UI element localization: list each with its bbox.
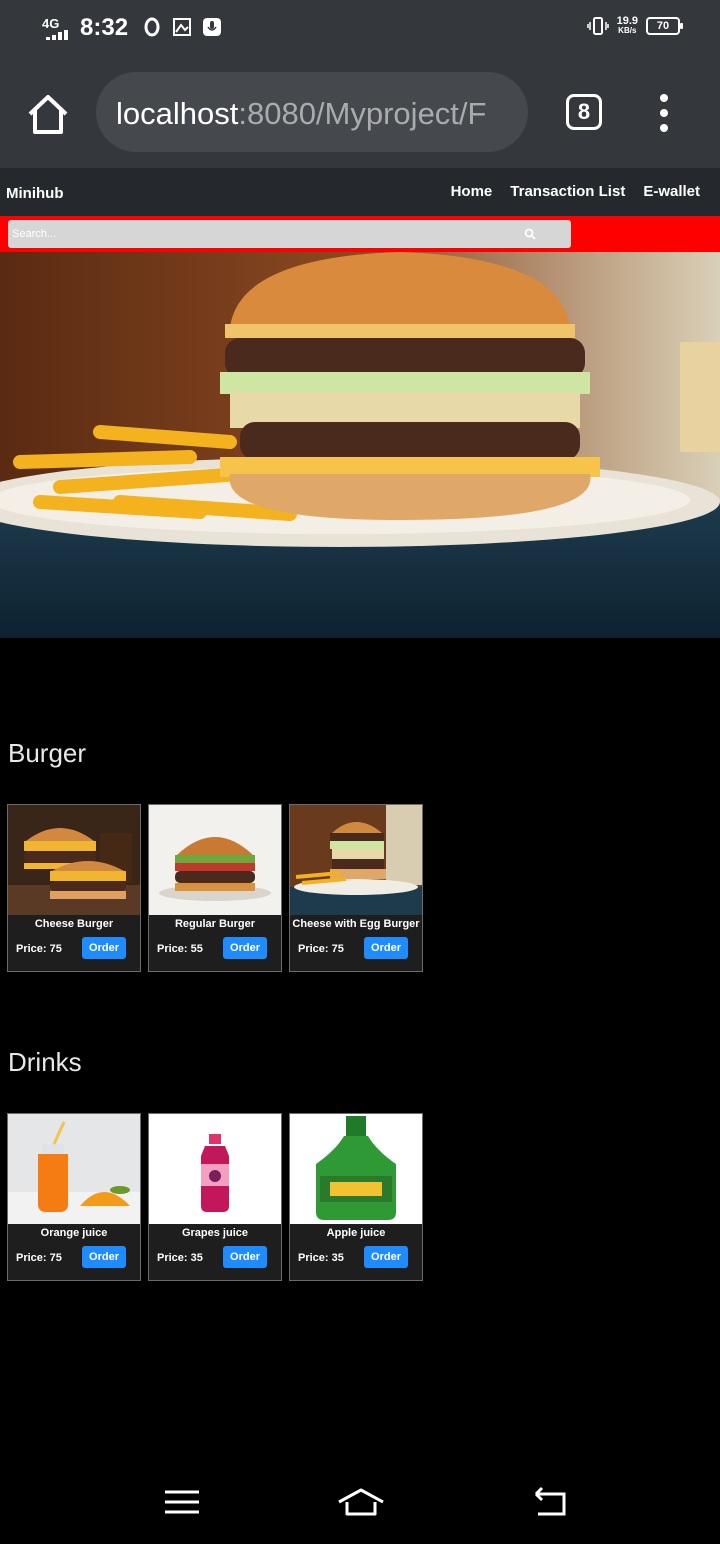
browser-toolbar: localhost:8080/Myproject/F 8 <box>0 60 720 168</box>
battery-icon: 70 <box>646 17 683 35</box>
search-input[interactable] <box>8 220 571 248</box>
order-button[interactable]: Order <box>223 937 267 959</box>
status-bar: 4G 8:32 19.9 KB/s 70 <box>0 0 720 60</box>
product-card: Orange juice Price: 75 Order <box>7 1113 141 1281</box>
order-button[interactable]: Order <box>82 937 126 959</box>
address-bar[interactable]: localhost:8080/Myproject/F <box>96 72 528 152</box>
nav-ewallet-link[interactable]: E-wallet <box>643 183 700 200</box>
section-title-burger: Burger <box>8 738 87 768</box>
search-strip <box>0 216 720 252</box>
section-title-drinks: Drinks <box>8 1047 82 1077</box>
network-speed: 19.9 KB/s <box>616 15 638 36</box>
site-navbar: Minihub Home Transaction List E-wallet <box>0 168 720 216</box>
home-icon[interactable] <box>24 92 72 136</box>
product-card: Cheese Burger Price: 75 Order <box>7 804 141 972</box>
burger-cards: Cheese Burger Price: 75 Order Regular Bu… <box>7 804 423 972</box>
network-type: 4G <box>42 16 60 31</box>
grapes-juice-image <box>149 1114 281 1224</box>
clock: 8:32 <box>80 14 129 41</box>
system-nav-bar <box>0 1460 720 1544</box>
nav-home-link[interactable]: Home <box>451 183 493 200</box>
product-name: Grapes juice <box>181 1227 249 1239</box>
url-text: localhost:8080/Myproject/F <box>116 96 487 131</box>
gallery-icon <box>173 18 191 36</box>
product-name: Cheese Burger <box>34 918 114 930</box>
product-price: Price: 75 <box>16 1252 62 1264</box>
signal-icon <box>46 30 72 40</box>
site-brand[interactable]: Minihub <box>6 185 63 202</box>
product-price: Price: 75 <box>298 943 344 955</box>
nav-links: Home Transaction List E-wallet <box>451 183 700 200</box>
order-button[interactable]: Order <box>82 1246 126 1268</box>
nav-transaction-list-link[interactable]: Transaction List <box>510 183 625 200</box>
product-price: Price: 75 <box>16 943 62 955</box>
order-button[interactable]: Order <box>364 1246 408 1268</box>
product-price: Price: 35 <box>157 1252 203 1264</box>
back-icon[interactable] <box>530 1484 570 1520</box>
product-card: Regular Burger Price: 55 Order <box>148 804 282 972</box>
product-card: Grapes juice Price: 35 Order <box>148 1113 282 1281</box>
vibrate-icon <box>586 17 609 35</box>
orange-juice-image <box>8 1114 140 1224</box>
cheese-with-egg-burger-image <box>290 805 422 915</box>
product-card: Apple juice Price: 35 Order <box>289 1113 423 1281</box>
more-menu-icon[interactable] <box>656 94 672 132</box>
product-price: Price: 35 <box>298 1252 344 1264</box>
product-name: Regular Burger <box>174 918 256 930</box>
product-price: Price: 55 <box>157 943 203 955</box>
order-button[interactable]: Order <box>364 937 408 959</box>
search-icon[interactable] <box>524 228 536 240</box>
apple-juice-image <box>290 1114 422 1224</box>
opera-icon <box>144 17 160 37</box>
system-home-icon[interactable] <box>336 1484 386 1520</box>
hero-burger-image <box>0 252 720 638</box>
product-name: Cheese with Egg Burger <box>292 918 420 930</box>
product-card: Cheese with Egg Burger Price: 75 Order <box>289 804 423 972</box>
drinks-cards: Orange juice Price: 75 Order Grapes juic… <box>7 1113 423 1281</box>
product-name: Apple juice <box>326 1227 386 1239</box>
cheese-burger-image <box>8 805 140 915</box>
regular-burger-image <box>149 805 281 915</box>
microphone-icon <box>203 18 221 36</box>
status-right: 19.9 KB/s 70 <box>586 15 683 36</box>
phone-screen: 4G 8:32 19.9 KB/s 70 localhost:8080/Mypr… <box>0 0 720 1544</box>
order-button[interactable]: Order <box>223 1246 267 1268</box>
product-name: Orange juice <box>40 1227 108 1239</box>
tab-switcher-button[interactable]: 8 <box>566 94 602 130</box>
recent-apps-icon[interactable] <box>162 1484 202 1520</box>
